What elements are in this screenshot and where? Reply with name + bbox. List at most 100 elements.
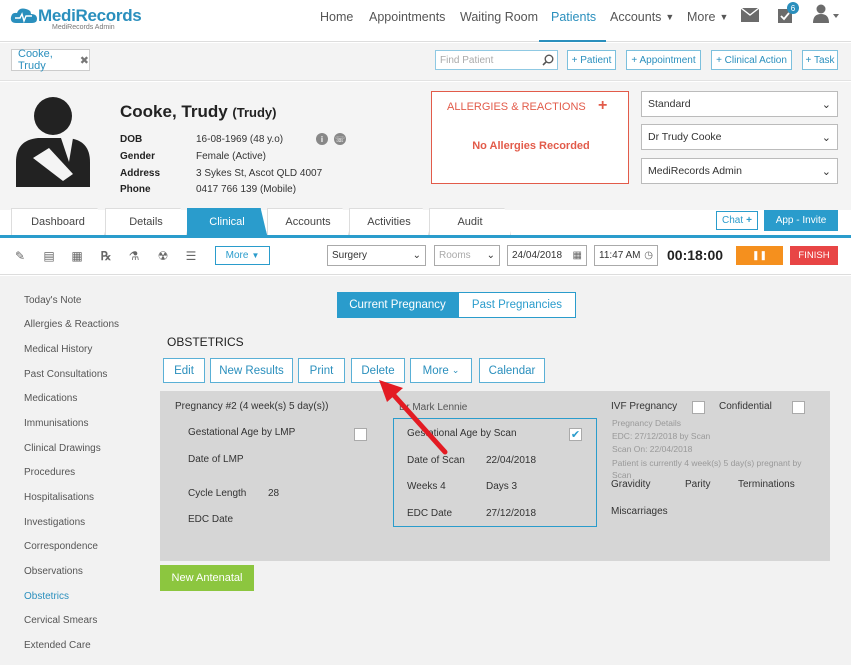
tab-clinical[interactable]: Clinical	[187, 208, 267, 235]
pause-button[interactable]: ❚❚	[736, 246, 783, 265]
chevron-down-icon: ⌄	[821, 165, 831, 178]
ivf-checkbox[interactable]	[692, 401, 705, 414]
tab-activities[interactable]: Activities	[349, 208, 429, 235]
patient-full-name: Cooke, Trudy	[120, 102, 228, 121]
form-icon[interactable]: ▦	[70, 249, 84, 263]
sidenav-past-consultations[interactable]: Past Consultations	[24, 369, 107, 380]
radiology-icon[interactable]: ☢	[156, 249, 170, 263]
brand-subtitle: MediRecords Admin	[52, 24, 115, 31]
user-menu-icon[interactable]	[813, 4, 839, 24]
pathology-icon[interactable]: ⚗	[127, 249, 141, 263]
chevron-down-icon: ⌄	[821, 98, 831, 111]
pregnancy-details-title: Pregnancy Details	[612, 418, 681, 428]
practice-select[interactable]: MediRecords Admin ⌄	[641, 158, 838, 184]
date-scan-value: 22/04/2018	[486, 455, 537, 466]
patient-preferred-name: (Trudy)	[232, 105, 277, 120]
ga-lmp-label: Gestational Age by LMP	[188, 427, 296, 438]
phone-label: Phone	[120, 184, 151, 195]
confidential-label: Confidential	[719, 401, 772, 412]
sidenav-cervical-smears[interactable]: Cervical Smears	[24, 615, 97, 626]
tab-dashboard[interactable]: Dashboard	[11, 208, 105, 235]
stack-icon[interactable]: ☰	[184, 249, 198, 263]
info-icon[interactable]: i	[316, 133, 328, 145]
nav-more[interactable]: More ▼	[687, 9, 728, 25]
edit-button[interactable]: Edit	[163, 358, 205, 383]
location-select[interactable]: Surgery ⌄	[327, 245, 426, 266]
time-input[interactable]: 11:47 AM ◷	[594, 245, 658, 266]
tab-audit[interactable]: Audit	[429, 208, 511, 235]
past-pregnancies-toggle[interactable]: Past Pregnancies	[458, 292, 576, 318]
logo-icon	[10, 8, 37, 24]
add-task-button[interactable]: + Task	[802, 50, 838, 70]
chevron-down-icon: ▼	[665, 12, 675, 22]
tab-details[interactable]: Details	[105, 208, 187, 235]
nav-waiting-room[interactable]: Waiting Room	[460, 9, 538, 25]
sidenav-extended-care[interactable]: Extended Care	[24, 640, 91, 651]
toolbar-more-button[interactable]: More ▼	[215, 246, 270, 265]
nav-home[interactable]: Home	[320, 9, 353, 25]
notification-badge: 6	[787, 2, 799, 14]
open-patient-tab[interactable]: Cooke, Trudy ✖	[11, 48, 90, 72]
add-appointment-button[interactable]: + Appointment	[626, 50, 701, 70]
find-patient-input[interactable]: Find Patient	[435, 50, 558, 70]
nav-accounts[interactable]: Accounts ▼	[610, 9, 674, 25]
current-pregnancy-toggle[interactable]: Current Pregnancy	[337, 292, 458, 318]
pregnancy-details-status: Patient is currently 4 week(s) 5 day(s) …	[612, 458, 802, 480]
nav-patients[interactable]: Patients	[551, 9, 596, 25]
tab-accounts[interactable]: Accounts	[267, 208, 349, 235]
new-results-button[interactable]: New Results	[210, 358, 293, 383]
date-input[interactable]: 24/04/2018 ▦	[507, 245, 587, 266]
app-invite-button[interactable]: App - Invite	[764, 210, 838, 231]
chat-button[interactable]: Chat +	[716, 211, 758, 230]
sidenav-immunisations[interactable]: Immunisations	[24, 418, 88, 429]
document-icon[interactable]: ▤	[42, 249, 56, 263]
practice-value: MediRecords Admin	[648, 165, 742, 177]
plus-icon: +	[746, 215, 752, 226]
sidenav-medications[interactable]: Medications	[24, 393, 77, 404]
ga-lmp-checkbox[interactable]	[354, 428, 367, 441]
add-allergy-icon[interactable]: +	[598, 97, 607, 115]
phone-icon[interactable]: ☏	[334, 133, 346, 145]
sidenav-procedures[interactable]: Procedures	[24, 467, 75, 478]
finish-button[interactable]: FINISH	[790, 246, 838, 265]
doctor-value: Dr Trudy Cooke	[648, 131, 722, 143]
doctor-select[interactable]: Dr Trudy Cooke ⌄	[641, 124, 838, 150]
add-clinical-action-button[interactable]: + Clinical Action	[711, 50, 792, 70]
close-icon[interactable]: ✖	[80, 54, 89, 67]
nav-appointments[interactable]: Appointments	[369, 9, 445, 25]
edc-label: EDC Date	[407, 508, 453, 519]
new-antenatal-button[interactable]: New Antenatal	[160, 565, 254, 591]
sidenav-todays-note[interactable]: Today's Note	[24, 295, 82, 306]
ga-scan-checkbox[interactable]: ✔	[569, 428, 582, 441]
chevron-down-icon: ⌄	[486, 250, 495, 261]
chevron-down-icon: ▼	[251, 251, 260, 260]
days-value: Days 3	[486, 481, 518, 492]
sidenav-medical-history[interactable]: Medical History	[24, 344, 92, 355]
print-button[interactable]: Print	[298, 358, 345, 383]
sidenav-clinical-drawings[interactable]: Clinical Drawings	[24, 443, 101, 454]
chevron-down-icon: ▼	[719, 12, 729, 22]
parity-label: Parity	[685, 479, 711, 490]
confidential-checkbox[interactable]	[792, 401, 805, 414]
sidenav-obstetrics[interactable]: Obstetrics	[24, 591, 69, 602]
sidenav-correspondence[interactable]: Correspondence	[24, 541, 98, 552]
rooms-select[interactable]: Rooms ⌄	[434, 245, 500, 266]
pregnancy-label: Pregnancy #2 (4 week(s) 5 day(s))	[175, 401, 329, 412]
chevron-down-icon: ⌄	[412, 250, 421, 261]
sidenav-investigations[interactable]: Investigations	[24, 517, 85, 528]
dob-label: DOB	[120, 134, 143, 145]
add-patient-button[interactable]: + Patient	[567, 50, 616, 70]
calendar-button[interactable]: Calendar	[479, 358, 545, 383]
appointment-type-select[interactable]: Standard ⌄	[641, 91, 838, 117]
chevron-down-icon: ⌄	[451, 365, 460, 375]
sidenav-allergies[interactable]: Allergies & Reactions	[24, 319, 119, 330]
brand-name[interactable]: MediRecords	[38, 6, 142, 26]
prescription-icon[interactable]: ℞	[99, 249, 113, 263]
sidenav-hospitalisations[interactable]: Hospitalisations	[24, 492, 94, 503]
sidenav-observations[interactable]: Observations	[24, 566, 83, 577]
pregnancy-details-edc: EDC: 27/12/2018 by Scan	[612, 431, 711, 441]
notes-icon[interactable]: ✎	[13, 249, 27, 263]
mail-icon[interactable]	[741, 8, 759, 22]
search-icon[interactable]	[542, 54, 554, 66]
weeks-value: Weeks 4	[407, 481, 446, 492]
